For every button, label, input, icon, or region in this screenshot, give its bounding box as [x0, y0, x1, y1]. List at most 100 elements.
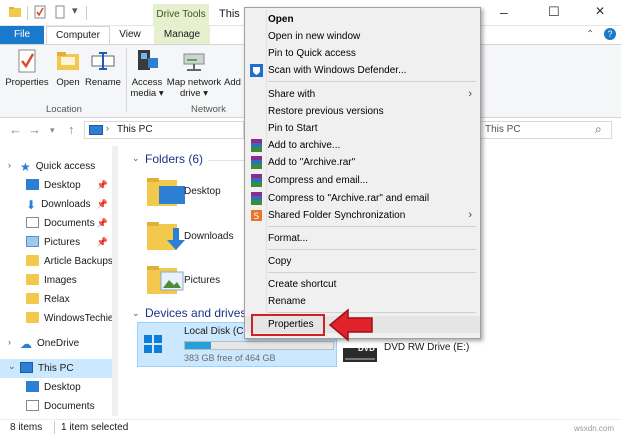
properties-check-icon[interactable]: [33, 5, 47, 19]
collapse-chevron-icon[interactable]: ⌄: [132, 153, 140, 164]
submenu-arrow-icon: ›: [468, 209, 472, 221]
nav-documents-label: Documents: [44, 218, 95, 229]
menu-item-pin-start[interactable]: Pin to Start: [245, 120, 480, 137]
menu-separator: [268, 249, 476, 250]
nav-pc-desktop-label: Desktop: [44, 382, 81, 393]
desktop-folder-icon[interactable]: [147, 176, 187, 208]
pictures-folder-label[interactable]: Pictures: [184, 275, 220, 286]
nav-article-backups[interactable]: Article Backups: [0, 252, 113, 271]
red-arrow-annotation: [328, 308, 374, 342]
search-input[interactable]: This PC ⌕: [478, 121, 612, 139]
search-icon[interactable]: ⌕: [595, 122, 602, 137]
maximize-button[interactable]: ☐: [548, 4, 560, 20]
recent-locations-icon[interactable]: ▾: [50, 125, 55, 136]
properties-ribbon-button[interactable]: Properties: [4, 48, 50, 88]
nav-documents[interactable]: Documents 📌: [0, 214, 112, 233]
up-arrow-icon[interactable]: ↑: [68, 122, 75, 137]
nav-pc-documents[interactable]: Documents: [0, 397, 112, 416]
nav-onedrive[interactable]: ☁ OneDrive: [0, 334, 112, 353]
folders-section-header[interactable]: Folders (6): [145, 152, 203, 166]
downloads-folder-label[interactable]: Downloads: [184, 231, 233, 242]
access-media-label-2: media ▾: [130, 88, 164, 99]
nav-relax[interactable]: Relax: [0, 290, 112, 309]
rename-ribbon-label: Rename: [85, 77, 121, 88]
back-arrow-icon[interactable]: ←: [9, 122, 22, 137]
map-network-label-1: Map network: [166, 77, 222, 88]
menu-item-shared-sync[interactable]: S Shared Folder Synchronization ›: [245, 207, 480, 224]
nav-pictures[interactable]: Pictures 📌: [0, 233, 112, 252]
menu-item-open-new-window[interactable]: Open in new window: [245, 28, 480, 45]
submenu-arrow-icon: ›: [468, 88, 472, 100]
network-drive-icon: [181, 48, 207, 74]
pictures-folder-icon[interactable]: [147, 264, 187, 296]
menu-item-share-with[interactable]: Share with ›: [245, 86, 480, 103]
help-icon[interactable]: ?: [604, 28, 616, 40]
address-bar[interactable]: › This PC: [84, 121, 244, 139]
pin-icon: 📌: [96, 218, 108, 228]
folder-icon: [26, 255, 39, 266]
menu-item-format[interactable]: Format...: [245, 230, 480, 247]
menu-item-open[interactable]: Open: [245, 11, 480, 28]
expand-chevron-icon[interactable]: ›: [8, 160, 11, 170]
dvd-logo-label: DVD: [358, 344, 375, 353]
collapse-chevron-icon[interactable]: ⌄: [8, 361, 16, 372]
menu-item-scan-defender[interactable]: Scan with Windows Defender...: [245, 62, 480, 79]
desktop-folder-label[interactable]: Desktop: [184, 186, 221, 197]
close-button[interactable]: ✕: [595, 4, 605, 18]
open-ribbon-button[interactable]: Open: [53, 48, 83, 88]
svg-text:S: S: [254, 212, 260, 222]
menu-item-add-archive-rar[interactable]: Add to "Archive.rar": [245, 154, 480, 171]
nav-windowstechies[interactable]: WindowsTechies: [0, 309, 118, 328]
menu-item-pin-quick-access[interactable]: Pin to Quick access: [245, 45, 480, 62]
menu-item-compress-email[interactable]: Compress and email...: [245, 172, 480, 189]
nav-images[interactable]: Images: [0, 271, 112, 290]
network-group-label: Network: [191, 104, 226, 115]
map-network-drive-button[interactable]: Map network drive ▾: [166, 48, 222, 99]
rename-ribbon-button[interactable]: Rename: [85, 48, 121, 88]
tab-view[interactable]: View: [112, 26, 148, 44]
quick-access-dropdown-icon[interactable]: ▾: [72, 4, 78, 17]
winrar-icon: [250, 174, 263, 187]
tab-manage[interactable]: Manage: [154, 26, 210, 44]
nav-this-pc[interactable]: This PC: [0, 359, 112, 378]
nav-images-label: Images: [44, 275, 77, 286]
downloads-folder-icon[interactable]: [147, 220, 187, 252]
nav-desktop[interactable]: Desktop 📌: [0, 176, 112, 195]
nav-downloads[interactable]: ⬇ Downloads 📌: [0, 195, 112, 214]
access-media-label-1: Access: [131, 77, 163, 88]
collapse-chevron-icon[interactable]: ⌄: [132, 308, 140, 319]
nav-onedrive-label: OneDrive: [37, 338, 80, 349]
nav-scrollbar[interactable]: [112, 146, 118, 416]
menu-item-label: Copy: [268, 256, 292, 267]
access-media-button[interactable]: Access media ▾: [129, 48, 165, 99]
menu-item-open-label: Open: [268, 14, 294, 25]
minimize-button[interactable]: –: [500, 4, 508, 20]
expand-chevron-icon[interactable]: ›: [8, 337, 11, 347]
add-network-location-button[interactable]: Add: [224, 48, 244, 88]
menu-item-create-shortcut[interactable]: Create shortcut: [245, 276, 480, 293]
pin-icon: 📌: [96, 199, 108, 209]
new-document-icon[interactable]: [53, 5, 67, 19]
properties-ribbon-label: Properties: [5, 77, 49, 88]
menu-item-copy[interactable]: Copy: [245, 253, 480, 270]
nav-pc-documents-label: Documents: [44, 401, 95, 412]
selection-count: 1 item selected: [61, 422, 129, 433]
menu-separator: [268, 272, 476, 273]
ribbon-collapse-icon[interactable]: ⌃: [586, 29, 594, 40]
menu-item-compress-rar-email[interactable]: Compress to "Archive.rar" and email: [245, 190, 480, 207]
menu-item-label: Open in new window: [268, 31, 361, 42]
add-location-icon: [224, 48, 244, 74]
menu-item-add-archive[interactable]: Add to archive...: [245, 137, 480, 154]
add-network-label: Add: [224, 77, 241, 88]
dvd-drive-name[interactable]: DVD RW Drive (E:): [384, 342, 469, 353]
devices-section-header[interactable]: Devices and drives: [145, 306, 246, 320]
nav-quick-access[interactable]: ★ Quick access: [0, 157, 112, 176]
menu-item-restore-versions[interactable]: Restore previous versions: [245, 103, 480, 120]
pin-icon: 📌: [96, 180, 108, 190]
tab-file[interactable]: File: [0, 26, 44, 44]
properties-highlight-box: [251, 314, 325, 336]
media-server-icon: [134, 48, 160, 74]
forward-arrow-icon[interactable]: →: [28, 122, 41, 137]
nav-pc-desktop[interactable]: Desktop: [0, 378, 112, 397]
tab-computer[interactable]: Computer: [46, 26, 110, 44]
